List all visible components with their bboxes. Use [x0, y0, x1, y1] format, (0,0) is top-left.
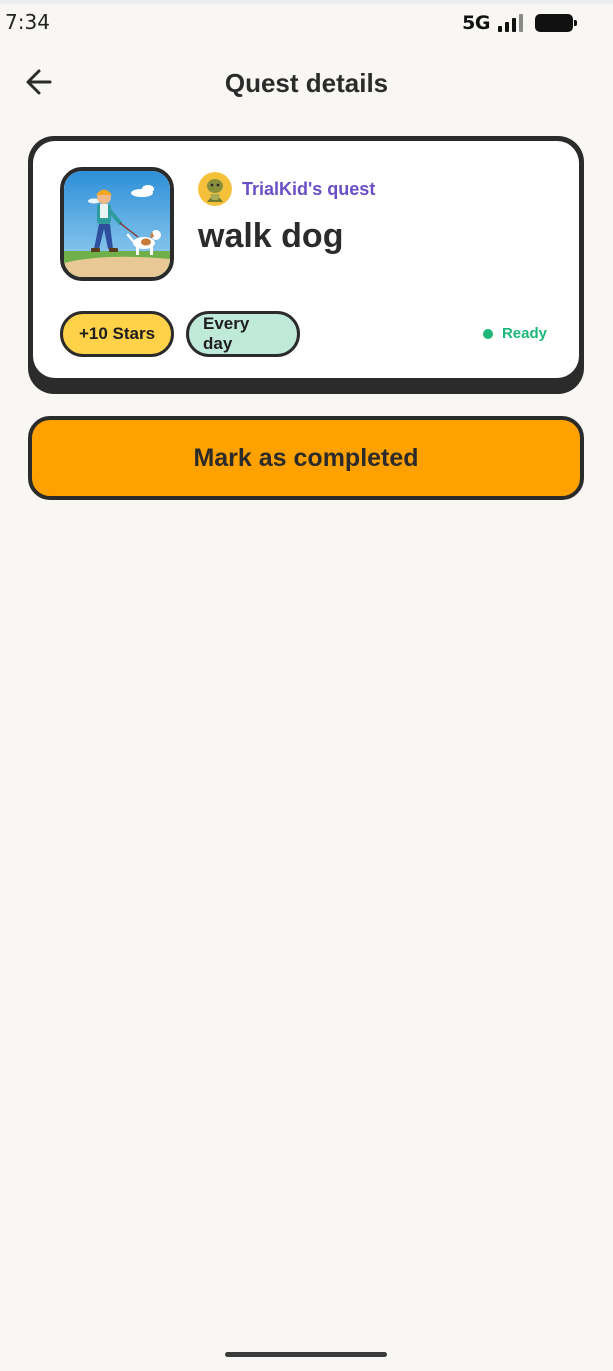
quest-card: TrialKid's quest walk dog +10 Stars Ever… [28, 136, 584, 394]
status-time: 7:34 [5, 10, 50, 34]
status-badge: Ready [482, 325, 547, 342]
page-title: Quest details [224, 68, 389, 98]
network-type: 5G [462, 12, 490, 34]
quest-owner-label: TrialKid's quest [242, 178, 376, 199]
reward-chip: +10 Stars [60, 311, 174, 357]
quest-title: walk dog [198, 217, 344, 255]
status-bar: 7:34 5G [0, 4, 613, 40]
battery-icon [535, 14, 577, 32]
mark-completed-button[interactable]: Mark as completed [28, 416, 584, 500]
frequency-chip: Every day [186, 311, 300, 357]
quest-card-body: TrialKid's quest walk dog +10 Stars Ever… [33, 141, 579, 378]
home-indicator[interactable] [225, 1352, 387, 1357]
signal-icon [498, 14, 523, 32]
status-text: Ready [501, 325, 547, 342]
quest-owner: TrialKid's quest [198, 172, 375, 206]
avatar [198, 172, 232, 206]
status-dot-icon [482, 328, 493, 339]
status-icons: 5G [462, 12, 577, 34]
header: Quest details [0, 56, 613, 108]
quest-illustration [60, 167, 174, 281]
